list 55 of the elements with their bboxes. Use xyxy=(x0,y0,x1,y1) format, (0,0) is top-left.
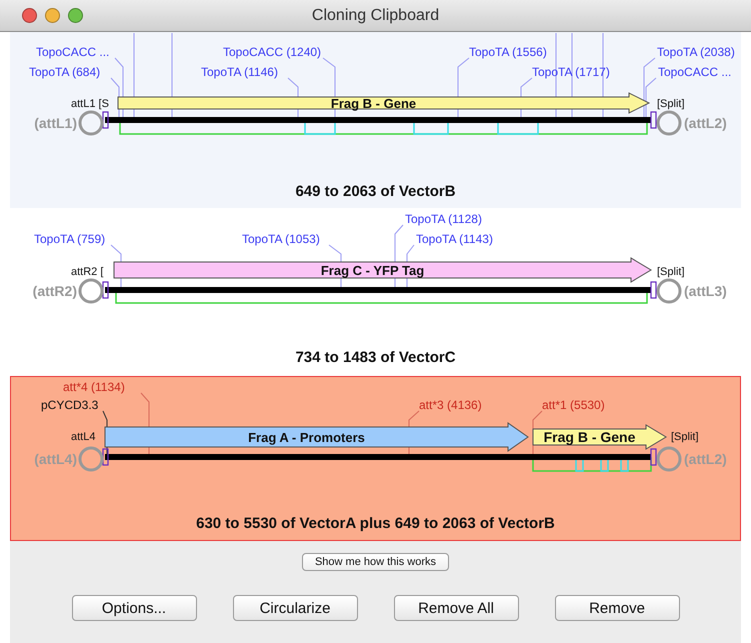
clone-caption: 649 to 2063 of VectorB xyxy=(295,183,456,200)
close-icon[interactable] xyxy=(22,8,37,23)
ring-icon xyxy=(78,110,104,136)
help-button[interactable]: Show me how this works xyxy=(302,553,450,571)
end-label: (attR2) xyxy=(32,283,77,299)
minimize-icon[interactable] xyxy=(45,8,60,23)
ring-icon xyxy=(656,446,682,472)
window-title: Cloning Clipboard xyxy=(312,6,440,24)
fragment-arrow[interactable]: Frag B - Gene xyxy=(118,92,650,114)
ring-icon xyxy=(656,278,682,304)
site-label[interactable]: TopoTA (1143) xyxy=(416,232,493,246)
end-label: (attL1) xyxy=(34,115,77,131)
site-tag: attL4 xyxy=(71,431,96,443)
site-label[interactable]: TopoTA (1146) xyxy=(201,65,278,79)
zoom-icon[interactable] xyxy=(68,8,83,23)
action-button[interactable]: Circularize xyxy=(232,595,358,621)
clone-card[interactable]: TopoCACC ... TopoCACC (1240) TopoTA (1556) TopoTA (2038) TopoTA (684) TopoTA (1146) TopoTA (1717) TopoCACC ... attL1 [S Frag B - Gene [Split] (attL1) (attL2) 649 to 2063 of VectorB xyxy=(10,32,741,208)
end-label: (attL3) xyxy=(684,283,727,299)
bracket-mark xyxy=(102,111,109,129)
ring-icon xyxy=(656,110,682,136)
site-label[interactable]: TopoCACC ... xyxy=(658,65,732,79)
site-label[interactable]: TopoTA (1556) xyxy=(469,45,547,59)
end-label: (attL2) xyxy=(684,115,727,131)
site-label[interactable]: pCYCD3.3 xyxy=(41,398,98,412)
clone-caption: 630 to 5530 of VectorA plus 649 to 2063 of VectorB xyxy=(196,515,555,532)
ring-icon xyxy=(78,278,104,304)
site-tag: [Split] xyxy=(657,266,685,278)
action-button[interactable]: Remove All xyxy=(394,595,518,621)
site-tag: [Split] xyxy=(657,98,685,110)
site-label[interactable]: TopoTA (759) xyxy=(34,232,106,246)
site-tag: [Split] xyxy=(671,431,699,443)
end-label: (attL2) xyxy=(684,451,727,467)
fragment-arrow[interactable]: Frag B - Gene xyxy=(532,424,667,450)
bracket-mark xyxy=(650,111,657,129)
site-label[interactable]: TopoTA (1053) xyxy=(242,232,320,246)
site-label[interactable]: TopoTA (684) xyxy=(29,65,100,79)
bracket-mark xyxy=(650,281,657,299)
bracket-mark xyxy=(102,281,109,299)
bracket-mark xyxy=(650,448,657,466)
site-label[interactable]: TopoCACC ... xyxy=(36,45,110,59)
fragment-arrow[interactable]: Frag C - YFP Tag xyxy=(114,257,652,283)
clone-caption: 734 to 1483 of VectorC xyxy=(295,349,456,366)
site-tag: attL1 [S xyxy=(71,98,109,110)
end-label: (attL4) xyxy=(34,451,77,467)
site-label[interactable]: TopoTA (1717) xyxy=(532,65,610,79)
clone-card[interactable]: att*4 (1134) pCYCD3.3 att*3 (4136) att*1 (5530) attL4 Frag A - Promoters Frag B - Gene [Split] (attL4) (attL2) 630 to 5530 of VectorA plus 649 to 2063 of VectorB xyxy=(10,376,741,541)
bracket-mark xyxy=(102,448,109,466)
action-button[interactable]: Remove xyxy=(554,595,680,621)
ring-icon xyxy=(78,446,104,472)
site-tag: attR2 [ xyxy=(71,266,104,278)
site-label[interactable]: TopoTA (2038) xyxy=(657,45,735,59)
fragment-arrow[interactable]: Frag A - Promoters xyxy=(104,422,529,452)
site-label[interactable]: TopoTA (1128) xyxy=(405,212,482,226)
site-label[interactable]: TopoCACC (1240) xyxy=(223,45,322,59)
action-button[interactable]: Options... xyxy=(72,595,196,621)
